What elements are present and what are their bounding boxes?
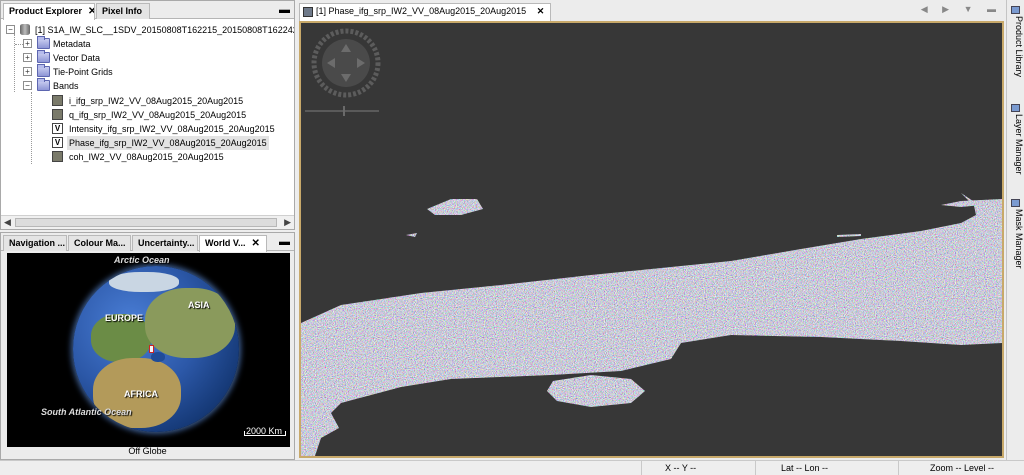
image-tab-label: [1] Phase_ifg_srp_IW2_VV_08Aug2015_20Aug… [316, 6, 527, 16]
vtab-label: Mask Manager [1014, 209, 1024, 269]
tab-phase-image[interactable]: [1] Phase_ifg_srp_IW2_VV_08Aug2015_20Aug… [299, 3, 552, 21]
folder-icon [37, 64, 50, 77]
label-south-atlantic: South Atlantic Ocean [41, 407, 132, 417]
globe-status: Off Globe [128, 446, 167, 456]
label-asia: ASIA [188, 300, 210, 310]
interferogram-image [301, 193, 1002, 456]
tab-product-library[interactable]: Product Library [1008, 6, 1024, 77]
tree-connector [31, 92, 32, 164]
close-icon[interactable]: ✕ [252, 238, 260, 249]
islet-phase-region [427, 199, 483, 215]
product-icon [20, 24, 30, 35]
virtual-band-icon: V [52, 123, 63, 134]
tree-connector [15, 44, 23, 45]
minimize-icon[interactable]: ▬ [279, 236, 290, 248]
image-canvas[interactable] [299, 21, 1004, 458]
tab-world-view[interactable]: World V... ✕ [199, 235, 267, 252]
band-label: q_ifg_srp_IW2_VV_08Aug2015_20Aug2015 [69, 110, 247, 120]
image-view-icon [303, 7, 313, 17]
label-africa: AFRICA [124, 389, 158, 399]
world-view-panel: Navigation ... Colour Ma... Uncertainty.… [0, 232, 295, 460]
tab-navigation[interactable]: Navigation ... [3, 235, 67, 251]
tab-label: Colour Ma... [74, 238, 126, 248]
island-phase-region [547, 375, 645, 407]
scroll-right-icon[interactable]: ▶ [284, 217, 291, 228]
image-view-panel: [1] Phase_ifg_srp_IW2_VV_08Aug2015_20Aug… [297, 0, 1006, 460]
mediterranean [151, 352, 165, 362]
folder-icon [37, 50, 50, 63]
product-tree: − [1] S1A_IW_SLC__1SDV_20150808T162215_2… [1, 20, 294, 213]
tab-pixel-info-label: Pixel Info [102, 6, 143, 16]
mask-manager-icon [1011, 199, 1020, 207]
arctic-ice [109, 272, 179, 292]
tree-item-label: Tie-Point Grids [53, 67, 113, 77]
zoom-slider[interactable] [305, 106, 379, 116]
label-arctic-ocean: Arctic Ocean [114, 255, 170, 265]
tool-tabbar: Navigation ... Colour Ma... Uncertainty.… [1, 233, 294, 252]
world-globe-view[interactable]: Arctic Ocean ASIA EUROPE AFRICA South At… [7, 253, 290, 447]
expand-icon[interactable]: + [23, 67, 32, 76]
band-icon [52, 109, 63, 120]
tab-product-explorer-label: Product Explorer [9, 6, 83, 16]
tree-item-label: Bands [53, 81, 79, 91]
vtab-label: Layer Manager [1014, 114, 1024, 175]
tab-product-explorer[interactable]: Product Explorer ✕ [3, 3, 95, 20]
scroll-left-icon[interactable]: ◀ [4, 217, 11, 228]
minimize-icon[interactable]: ▬ [279, 4, 290, 16]
zoom-level-readout: Zoom -- Level -- [930, 463, 995, 473]
tab-navigation-icons[interactable]: ◀ ▶ ▼ ▬ [921, 4, 1002, 15]
band-icon [52, 151, 63, 162]
image-tabbar: [1] Phase_ifg_srp_IW2_VV_08Aug2015_20Aug… [297, 0, 1006, 21]
tree-product-label: [1] S1A_IW_SLC__1SDV_20150808T162215_201… [35, 25, 294, 35]
land-phase-region [301, 193, 1002, 456]
expand-icon[interactable]: + [23, 39, 32, 48]
layer-manager-icon [1011, 104, 1020, 112]
close-icon[interactable]: ✕ [537, 6, 545, 16]
virtual-band-icon: V [52, 137, 63, 148]
separator [755, 461, 756, 475]
tab-layer-manager[interactable]: Layer Manager [1008, 104, 1024, 175]
tree-connector [14, 34, 15, 92]
product-explorer-tabbar: Product Explorer ✕ Pixel Info ▬ [1, 1, 294, 20]
product-explorer-panel: Product Explorer ✕ Pixel Info ▬ − [1] S1A… [0, 0, 295, 230]
tab-pixel-info[interactable]: Pixel Info [96, 3, 150, 19]
product-library-icon [1011, 6, 1020, 14]
expand-icon[interactable]: + [23, 53, 32, 62]
pixel-xy-readout: X -- Y -- [665, 463, 697, 473]
band-label: Intensity_ifg_srp_IW2_VV_08Aug2015_20Aug… [69, 124, 275, 134]
lat-lon-readout: Lat -- Lon -- [781, 463, 829, 473]
band-label: i_ifg_srp_IW2_VV_08Aug2015_20Aug2015 [69, 96, 244, 106]
tree-item-label: Metadata [53, 39, 91, 49]
islet-phase-region [837, 234, 861, 237]
separator [898, 461, 899, 475]
collapse-icon[interactable]: − [23, 81, 32, 90]
label-europe: EUROPE [105, 313, 144, 323]
tab-label: Uncertainty... [138, 238, 195, 248]
scale-bar: 2000 Km [243, 426, 287, 436]
tab-colour-manipulation[interactable]: Colour Ma... [68, 235, 131, 251]
collapse-icon[interactable]: − [6, 25, 15, 34]
pan-navigation-control[interactable] [311, 28, 381, 98]
horizontal-scrollbar[interactable]: ◀ ▶ [1, 215, 294, 229]
band-label: coh_IW2_VV_08Aug2015_20Aug2015 [69, 152, 224, 162]
folder-icon [37, 36, 50, 49]
separator [641, 461, 642, 475]
band-icon [52, 95, 63, 106]
scrollbar-thumb[interactable] [15, 218, 277, 227]
band-label: Phase_ifg_srp_IW2_VV_08Aug2015_20Aug2015 [67, 136, 269, 150]
product-footprint-marker [149, 345, 154, 353]
tree-item-label: Vector Data [53, 53, 101, 63]
tab-label: Navigation ... [9, 238, 66, 248]
tab-mask-manager[interactable]: Mask Manager [1008, 199, 1024, 269]
status-bar: X -- Y -- Lat -- Lon -- Zoom -- Level -- [0, 460, 1024, 475]
asia-land [145, 288, 235, 358]
tab-uncertainty[interactable]: Uncertainty... [132, 235, 198, 251]
tab-label: World V... [205, 238, 246, 248]
open-folder-icon [37, 78, 50, 91]
islet-phase-region [406, 233, 417, 237]
vtab-label: Product Library [1014, 16, 1024, 78]
right-tool-sidebar: Product Library Layer Manager Mask Manag… [1006, 0, 1024, 460]
close-icon[interactable]: ✕ [88, 6, 94, 17]
